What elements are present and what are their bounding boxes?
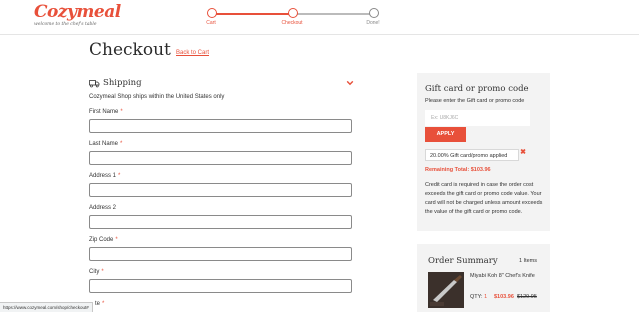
status-bar-url: https://www.cozymeal.com/shop/checkout#	[0, 302, 93, 312]
step-label-checkout: Checkout	[281, 20, 303, 26]
address-2-label: Address 2	[89, 205, 117, 211]
zip-code-input[interactable]	[89, 247, 352, 261]
city-label: City *	[89, 269, 104, 275]
promo-subtitle: Please enter the Gift card or promo code	[425, 98, 525, 104]
quantity: QTY: 1	[470, 294, 488, 300]
checkout-progress: Cart Checkout Done!	[206, 8, 380, 32]
logo-tagline: welcome to the chef's table	[34, 22, 97, 27]
product-name[interactable]: Miyabi Koh 8" Chef's Knife	[470, 272, 540, 280]
cozymeal-logo[interactable]: Cozymeal welcome to the chef's table	[34, 2, 121, 28]
apply-button[interactable]: APPLY	[425, 127, 466, 142]
address-1-input[interactable]	[89, 183, 352, 197]
remaining-total: Remaining Total: $103.96	[425, 167, 491, 173]
city-input[interactable]	[89, 279, 352, 293]
shipping-section-header[interactable]: Shipping	[89, 78, 354, 90]
product-image[interactable]	[428, 272, 464, 308]
promo-card: Gift card or promo code Please enter the…	[417, 73, 550, 231]
shipping-note: Cozymeal Shop ships within the United St…	[89, 94, 225, 100]
step-label-done: Done!	[366, 20, 380, 26]
step-dot-done	[369, 8, 379, 18]
last-name-label: Last Name *	[89, 141, 123, 147]
zip-code-label: Zip Code *	[89, 237, 118, 243]
page-title: Checkout	[89, 40, 171, 60]
first-name-label: First Name *	[89, 109, 123, 115]
step-dot-checkout	[288, 8, 298, 18]
progress-line-done	[213, 13, 289, 15]
address-1-label: Address 1 *	[89, 173, 121, 179]
knife-image	[428, 272, 464, 308]
applied-promo-text: 20.00% Gift card/promo applied	[430, 152, 508, 159]
product-price: $103.96	[494, 294, 514, 300]
address-2-input[interactable]	[89, 215, 352, 229]
step-dot-cart[interactable]	[207, 8, 217, 18]
truck-icon	[89, 80, 100, 88]
applied-promo-badge: 20.00% Gift card/promo applied ✖	[425, 149, 526, 161]
top-bar: Cozymeal welcome to the chef's table Car…	[0, 0, 639, 35]
promo-title: Gift card or promo code	[425, 84, 529, 94]
logo-text: Cozymeal	[34, 2, 121, 22]
credit-card-note: Credit card is required in case the orde…	[425, 182, 543, 215]
product-original-price: $129.95	[517, 294, 537, 300]
order-summary-card: Order Summary 1 Items Miyabi Koh 8" Chef…	[417, 244, 550, 312]
shipping-title: Shipping	[103, 78, 142, 88]
state-label-partial: te *	[95, 301, 105, 307]
last-name-input[interactable]	[89, 151, 352, 165]
order-summary-title: Order Summary	[428, 256, 498, 266]
promo-code-input[interactable]: Ex: U8KJ6C	[425, 110, 530, 126]
first-name-input[interactable]	[89, 119, 352, 133]
promo-placeholder: Ex: U8KJ6C	[431, 115, 459, 121]
item-count: 1 Items	[518, 258, 537, 264]
progress-line-pending	[295, 13, 371, 15]
back-to-cart-link[interactable]: Back to Cart	[176, 50, 209, 56]
step-label-cart[interactable]: Cart	[196, 20, 226, 26]
chevron-down-icon[interactable]	[346, 79, 354, 87]
remove-promo-icon[interactable]: ✖	[520, 148, 526, 156]
